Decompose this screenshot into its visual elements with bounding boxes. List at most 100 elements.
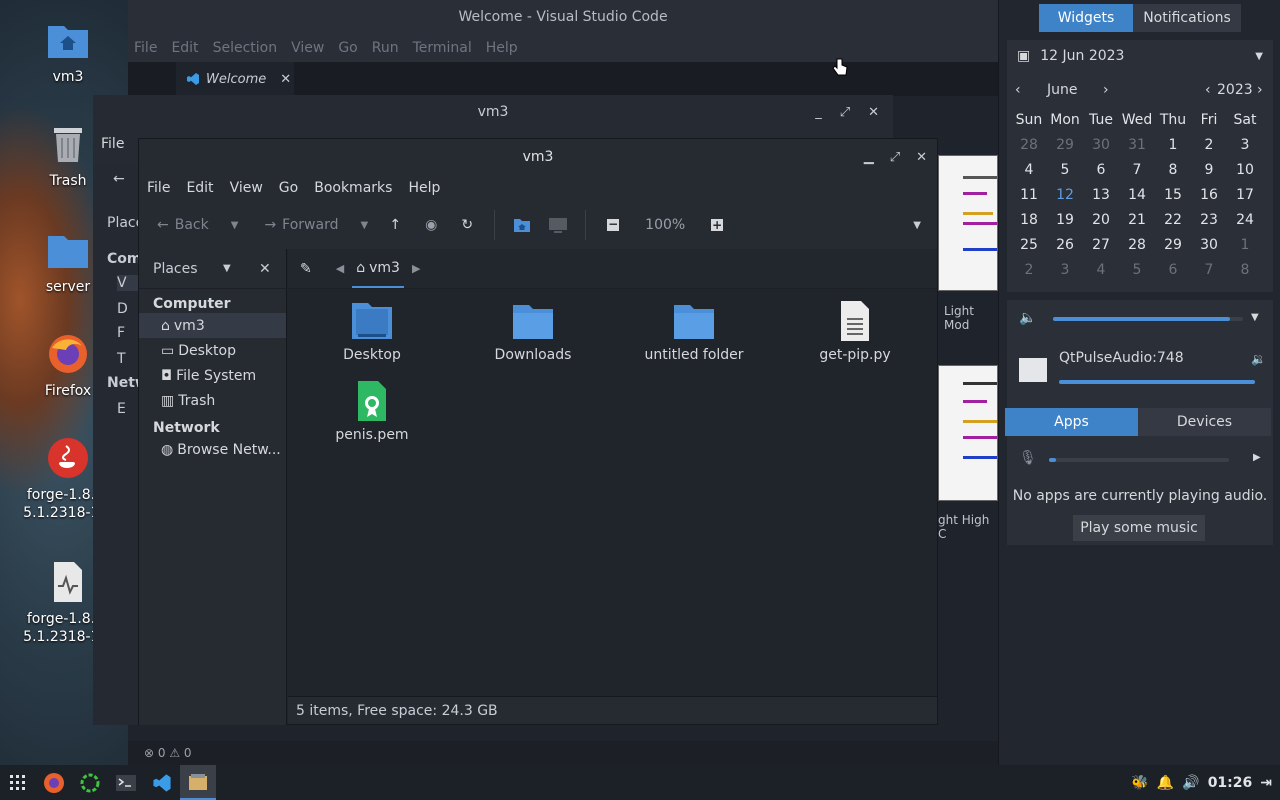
master-volume-track[interactable] (1053, 317, 1243, 321)
day-cell-today[interactable]: 12 (1047, 183, 1083, 208)
file-item-get-pip[interactable]: get-pip.py (785, 301, 925, 363)
theme-preview-light-high-contrast[interactable] (938, 365, 998, 501)
taskbar-vscode[interactable] (144, 765, 180, 800)
up-button[interactable]: ↑ (380, 210, 410, 240)
desktop-icon-vm3[interactable]: vm3 (8, 18, 128, 86)
day-cell[interactable]: 1 (1155, 133, 1191, 158)
volume-icon[interactable]: 🔊 (1182, 775, 1199, 791)
speaker-icon[interactable]: 🔈 (1019, 310, 1036, 326)
day-cell[interactable]: 28 (1119, 233, 1155, 258)
day-cell[interactable]: 4 (1011, 158, 1047, 183)
close-icon[interactable]: ✕ (280, 72, 291, 87)
day-cell[interactable]: 9 (1191, 158, 1227, 183)
back-icon[interactable]: ← (113, 171, 125, 187)
home-button[interactable] (507, 210, 537, 240)
day-cell[interactable]: 16 (1191, 183, 1227, 208)
tab-widgets[interactable]: Widgets (1039, 4, 1133, 32)
vscode-statusbar[interactable]: ⊗ 0 ⚠ 0 (128, 741, 998, 765)
prev-month-icon[interactable]: ‹ (1015, 82, 1021, 98)
file-item-desktop[interactable]: Desktop (302, 301, 442, 363)
day-cell[interactable]: 2 (1011, 258, 1047, 283)
bell-icon[interactable]: 🔔 (1157, 775, 1174, 791)
menu-go[interactable]: Go (279, 180, 298, 196)
chevron-right-icon[interactable]: ▶ (1253, 452, 1261, 463)
mic-volume-track[interactable] (1049, 458, 1229, 462)
tab-notifications[interactable]: Notifications (1133, 4, 1241, 32)
chevron-down-icon[interactable]: ▼ (231, 220, 239, 231)
day-cell[interactable]: 3 (1227, 133, 1263, 158)
menu-edit[interactable]: Edit (186, 180, 213, 196)
edit-path-icon[interactable]: ✎ (300, 261, 312, 277)
day-cell[interactable]: 29 (1155, 233, 1191, 258)
taskbar-terminal[interactable] (108, 765, 144, 800)
day-cell[interactable]: 2 (1191, 133, 1227, 158)
day-cell[interactable]: 4 (1083, 258, 1119, 283)
day-cell[interactable]: 29 (1047, 133, 1083, 158)
speaker-icon[interactable]: 🔉 (1251, 352, 1266, 366)
day-cell[interactable]: 8 (1155, 158, 1191, 183)
sidebar-item-vm3[interactable]: ⌂ vm3 (139, 313, 286, 338)
minimize-icon[interactable]: _ (815, 105, 822, 120)
day-cell[interactable]: 1 (1227, 233, 1263, 258)
sidebar-item-browse-network[interactable]: ◍ Browse Netw... (139, 437, 286, 462)
places-selector[interactable]: Places (153, 261, 198, 277)
day-cell[interactable]: 28 (1011, 133, 1047, 158)
day-cell[interactable]: 5 (1119, 258, 1155, 283)
day-cell[interactable]: 15 (1155, 183, 1191, 208)
day-cell[interactable]: 7 (1191, 258, 1227, 283)
day-cell[interactable]: 27 (1083, 233, 1119, 258)
close-icon[interactable]: ✕ (916, 150, 927, 165)
sidebar-item-trash[interactable]: ▥ Trash (139, 388, 286, 413)
forward-button[interactable]: → Forward ▼ (258, 210, 374, 240)
day-cell[interactable]: 7 (1119, 158, 1155, 183)
app-launcher-button[interactable] (0, 765, 36, 800)
stop-button[interactable]: ◉ (416, 210, 446, 240)
menu-file[interactable]: File (147, 180, 170, 196)
menu-help[interactable]: Help (408, 180, 440, 196)
day-cell[interactable]: 10 (1227, 158, 1263, 183)
maximize-icon[interactable]: ⤢ (840, 105, 850, 120)
reload-button[interactable]: ↻ (452, 210, 482, 240)
update-icon[interactable]: 🐝 (1131, 775, 1148, 791)
day-cell[interactable]: 30 (1191, 233, 1227, 258)
next-month-icon[interactable]: › (1103, 82, 1109, 98)
chevron-right-icon[interactable]: ▶ (412, 262, 420, 275)
chevron-down-icon[interactable]: ▼ (223, 263, 231, 274)
day-cell[interactable]: 19 (1047, 208, 1083, 233)
vscode-menu-help[interactable]: Help (486, 40, 518, 56)
chevron-down-icon[interactable]: ▼ (1251, 312, 1259, 323)
day-cell[interactable]: 6 (1155, 258, 1191, 283)
app-volume-track[interactable] (1059, 380, 1255, 384)
day-cell[interactable]: 14 (1119, 183, 1155, 208)
computer-button[interactable] (543, 210, 573, 240)
day-cell[interactable]: 8 (1227, 258, 1263, 283)
day-cell[interactable]: 17 (1227, 183, 1263, 208)
vscode-menu-edit[interactable]: Edit (171, 40, 198, 56)
tab-welcome[interactable]: Welcome ✕ (176, 62, 294, 96)
day-cell[interactable]: 6 (1083, 158, 1119, 183)
day-cell[interactable]: 25 (1011, 233, 1047, 258)
date-header[interactable]: ▣ 12 Jun 2023 ▼ (1017, 48, 1263, 64)
menu-view[interactable]: View (230, 180, 263, 196)
day-cell[interactable]: 11 (1011, 183, 1047, 208)
day-cell[interactable]: 24 (1227, 208, 1263, 233)
back-button[interactable]: ← Back ▼ (151, 210, 244, 240)
menu-bookmarks[interactable]: Bookmarks (314, 180, 392, 196)
microphone-muted-icon[interactable]: 🎙 (1019, 450, 1037, 466)
sidebar-item-file-system[interactable]: ◘ File System (139, 363, 286, 388)
tab-apps[interactable]: Apps (1005, 408, 1138, 436)
day-cell[interactable]: 23 (1191, 208, 1227, 233)
vscode-menu-run[interactable]: Run (372, 40, 399, 56)
breadcrumb-vm3[interactable]: ⌂ vm3 (352, 250, 404, 288)
vscode-menu-selection[interactable]: Selection (213, 40, 278, 56)
day-cell[interactable]: 21 (1119, 208, 1155, 233)
vscode-menu-view[interactable]: View (291, 40, 324, 56)
taskbar-system-monitor[interactable] (72, 765, 108, 800)
file-item-pem[interactable]: penis.pem (302, 381, 442, 443)
file-item-untitled-folder[interactable]: untitled folder (624, 301, 764, 363)
prev-year-icon[interactable]: ‹ (1205, 82, 1211, 98)
day-cell[interactable]: 13 (1083, 183, 1119, 208)
day-cell[interactable]: 5 (1047, 158, 1083, 183)
theme-preview-light[interactable] (938, 155, 998, 291)
tab-devices[interactable]: Devices (1138, 408, 1271, 436)
